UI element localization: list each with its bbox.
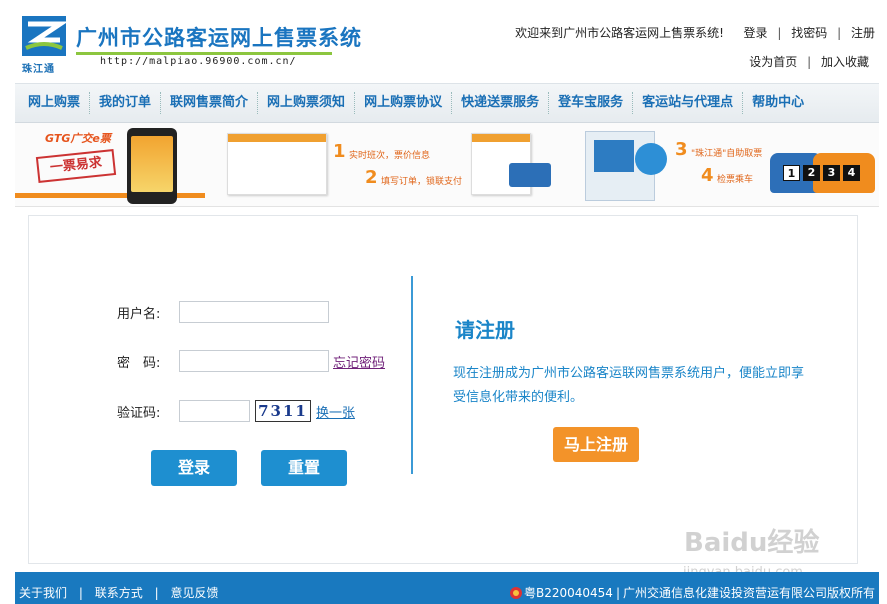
banner-stamp: 一票易求: [35, 148, 117, 184]
add-favorite-link[interactable]: 加入收藏: [821, 55, 869, 69]
footer-copyright: 粤B220040454 | 广州交通信息化建设投资营运有限公司版权所有: [509, 584, 875, 601]
logo-caption: 珠江通: [22, 64, 55, 75]
register-link[interactable]: 注册: [851, 24, 875, 41]
password-row: 密 码: 忘记密码: [117, 349, 385, 373]
main-nav: 网上购票 我的订单 联网售票简介 网上购票须知 网上购票协议 快递送票服务 登车…: [15, 83, 879, 123]
step-text: "珠江通"自助取票: [691, 149, 763, 159]
nav-item-dengchebao[interactable]: 登车宝服务: [549, 92, 634, 114]
card-icon: [509, 163, 551, 187]
copyright-text: 广州交通信息化建设投资营运有限公司版权所有: [622, 586, 875, 600]
step-number: 1: [333, 141, 346, 162]
captcha-text: 7311: [258, 402, 308, 420]
globe-icon: [635, 143, 667, 175]
step-text: 实时班次，票价信息: [349, 151, 431, 161]
screenshot-image: [227, 133, 327, 195]
nav-item-buy-ticket[interactable]: 网上购票: [19, 92, 91, 114]
nav-item-notice[interactable]: 网上购票须知: [258, 92, 356, 114]
separator: |: [154, 586, 159, 600]
change-captcha-link[interactable]: 换一张: [316, 402, 355, 421]
logo[interactable]: 珠江通: [22, 16, 66, 75]
login-link[interactable]: 登录: [744, 24, 768, 41]
captcha-row: 验证码: 7311 换一张: [117, 399, 355, 423]
reset-button[interactable]: 重置: [261, 450, 347, 486]
slide-indicators: 1 2 3 4: [783, 165, 860, 181]
contact-link[interactable]: 联系方式: [95, 586, 143, 600]
forgot-password-link[interactable]: 忘记密码: [333, 352, 385, 371]
separator: |: [78, 586, 83, 600]
separator: |: [615, 585, 620, 600]
nav-item-stations[interactable]: 客运站与代理点: [633, 92, 744, 114]
footer-links: 关于我们 | 联系方式 | 意见反馈: [19, 584, 218, 601]
password-label: 密 码:: [117, 355, 161, 371]
login-panel: 用户名: 密 码: 忘记密码 验证码: 7311 换一张 登录 重置 请注册 现…: [28, 215, 858, 564]
captcha-input[interactable]: [179, 400, 250, 422]
slide-dot[interactable]: 1: [783, 165, 800, 181]
set-homepage-link[interactable]: 设为首页: [749, 55, 797, 69]
captcha-label: 验证码:: [117, 405, 161, 421]
password-input[interactable]: [179, 350, 329, 372]
step-number: 4: [701, 165, 714, 186]
title-underline: [76, 52, 332, 55]
slide-dot[interactable]: 3: [823, 165, 840, 181]
header: 珠江通 广州市公路客运网上售票系统 http://malpiao.96900.c…: [0, 0, 887, 82]
promo-banner[interactable]: GTG广交e票 一票易求 1 实时班次，票价信息 2 填写订单，锁联支付 3 "…: [15, 123, 879, 207]
site-url: http://malpiao.96900.com.cn/: [100, 56, 297, 67]
step-number: 2: [365, 167, 378, 188]
nav-item-intro[interactable]: 联网售票简介: [161, 92, 259, 114]
separator: |: [837, 26, 842, 40]
top-links: 欢迎来到广州市公路客运网上售票系统! 登录 | 找密码 | 注册: [515, 24, 875, 41]
gtg-logo: GTG广交e票: [45, 132, 111, 145]
username-label: 用户名:: [117, 306, 161, 322]
separator: |: [807, 55, 812, 69]
separator: |: [777, 26, 782, 40]
site-title: 广州市公路客运网上售票系统: [76, 26, 362, 50]
watermark-brand: Baidu经验: [684, 528, 820, 558]
nav-item-my-orders[interactable]: 我的订单: [90, 92, 162, 114]
police-badge-icon: [509, 586, 522, 599]
captcha-image[interactable]: 7311: [255, 400, 311, 422]
username-input[interactable]: [179, 301, 329, 323]
about-link[interactable]: 关于我们: [19, 586, 67, 600]
panel-divider: [411, 276, 413, 474]
login-button[interactable]: 登录: [151, 450, 237, 486]
register-title: 请注册: [455, 318, 515, 342]
nav-item-express[interactable]: 快递送票服务: [452, 92, 550, 114]
username-row: 用户名:: [117, 300, 329, 324]
icp-number: 粤B220040454: [523, 586, 613, 600]
feedback-link[interactable]: 意见反馈: [170, 586, 218, 600]
find-password-link[interactable]: 找密码: [791, 24, 827, 41]
footer: 关于我们 | 联系方式 | 意见反馈 粤B220040454 | 广州交通信息化…: [15, 572, 879, 604]
zhujiangtong-logo-icon: [22, 16, 66, 56]
welcome-text: 欢迎来到广州市公路客运网上售票系统!: [515, 26, 724, 40]
slide-dot[interactable]: 4: [843, 165, 860, 181]
step-text: 填写订单，锁联支付: [381, 177, 463, 187]
step-text: 检票乘车: [717, 175, 754, 185]
nav-item-help[interactable]: 帮助中心: [743, 92, 813, 114]
register-now-button[interactable]: 马上注册: [553, 427, 639, 462]
register-description: 现在注册成为广州市公路客运联网售票系统用户，便能立即享受信息化带来的便利。: [453, 366, 805, 405]
slide-dot[interactable]: 2: [803, 165, 820, 181]
phone-icon: [127, 128, 177, 204]
nav-item-agreement[interactable]: 网上购票协议: [355, 92, 453, 114]
step-number: 3: [675, 139, 688, 160]
top-links-secondary: 设为首页 | 加入收藏: [749, 53, 869, 70]
